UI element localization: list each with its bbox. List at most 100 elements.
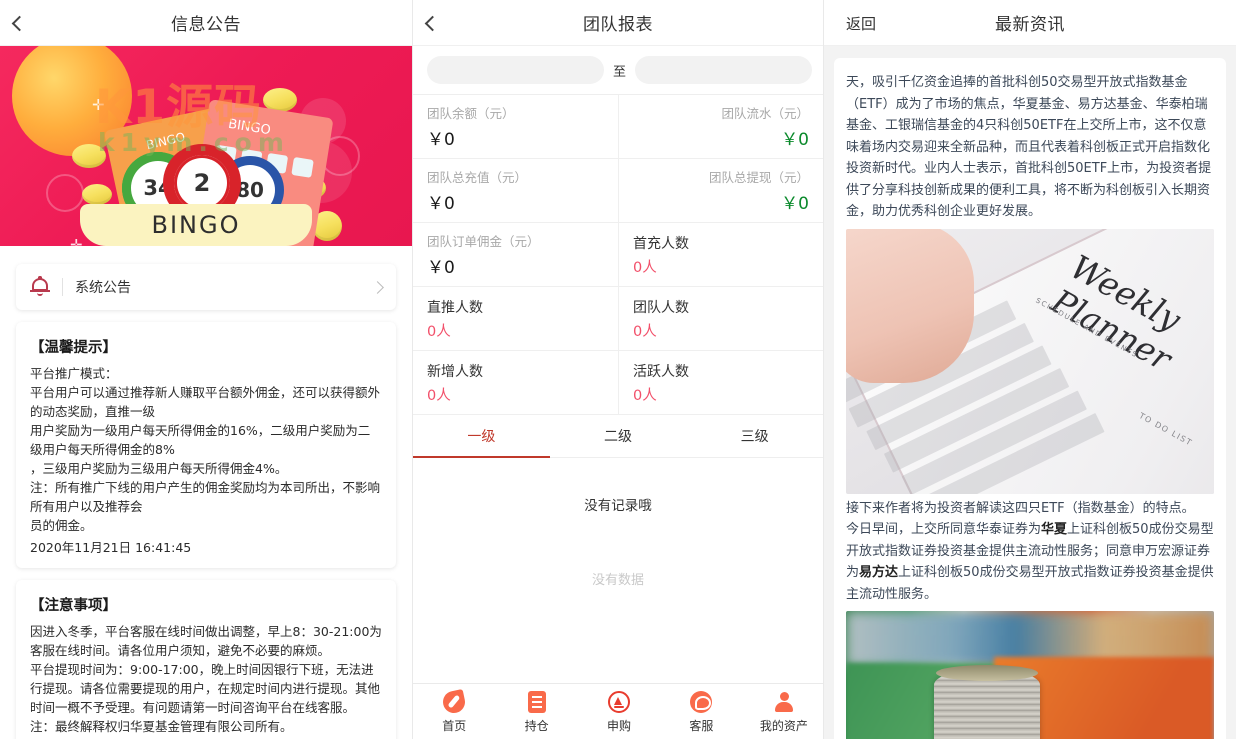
stat-label: 新增人数: [427, 363, 483, 380]
stat-label: 团队人数: [633, 299, 689, 316]
back-button[interactable]: 返回: [846, 0, 876, 46]
announcement-post[interactable]: 【注意事项】 因进入冬季，平台客服在线时间做出调整，早上8：30-21:00为客…: [16, 580, 396, 739]
subscribe-up-icon: [608, 690, 631, 713]
page-title: 最新资讯: [995, 15, 1065, 35]
tabbar-item-assets[interactable]: 我的资产: [743, 684, 823, 739]
stat-label: 团队流水（元）: [721, 106, 809, 121]
system-notice-label: 系统公告: [75, 280, 131, 296]
stat-label: 首充人数: [633, 235, 689, 252]
post-body: 平台推广模式： 平台用户可以通过推荐新人赚取平台额外佣金，还可以获得额外的动态奖…: [30, 366, 381, 533]
bell-icon: [30, 276, 50, 298]
weekly-planner-image: Weekly Planner SCHEDULE AND EVENTS TO DO…: [846, 228, 1214, 494]
tabbar-label-assets: 我的资产: [759, 718, 808, 733]
chevron-left-icon: [11, 15, 28, 31]
middle-navbar: 团队报表: [413, 0, 823, 46]
document-icon: [527, 690, 546, 713]
tabbar-label-holdings: 持仓: [524, 718, 549, 733]
tabbar-item-subscribe[interactable]: 申购: [578, 684, 660, 739]
right-navbar: 返回 最新资讯: [824, 0, 1236, 46]
chevron-right-icon: [371, 280, 384, 294]
post-title: 【温馨提示】: [30, 340, 117, 356]
system-notice-card[interactable]: 系统公告: [16, 264, 396, 310]
stat-cell: 团队余额（元） ￥0: [413, 95, 618, 159]
coin-stack: [934, 665, 1040, 739]
empty-record-message: 没有记录哦: [584, 498, 652, 514]
post-title: 【注意事项】: [30, 598, 117, 614]
home-icon: [441, 688, 468, 715]
sparkle-icon: ✛: [70, 236, 83, 246]
chevron-left-icon: [424, 15, 441, 31]
news-article-card: 天，吸引千亿资金追捧的首批科创50交易型开放式指数基金（ETF）成为了市场的焦点…: [834, 58, 1226, 739]
sparkle-icon: ✛: [92, 96, 105, 114]
stat-value: ￥0: [427, 130, 455, 150]
tabbar-item-support[interactable]: 客服: [660, 684, 742, 739]
stat-value: 0人: [633, 387, 657, 404]
announcement-post[interactable]: 【温馨提示】 平台推广模式： 平台用户可以通过推荐新人赚取平台额外佣金，还可以获…: [16, 322, 396, 568]
page-title: 信息公告: [171, 15, 241, 35]
stat-value: 0人: [427, 387, 451, 404]
left-navbar: 信息公告: [0, 0, 412, 46]
back-button[interactable]: [424, 0, 441, 46]
stat-value: 0人: [427, 323, 451, 340]
news-p2-bold-yifangda: 易方达: [859, 565, 899, 580]
coin-decor: [82, 184, 112, 205]
news-p2-bold-huaxia: 华夏: [1041, 522, 1068, 537]
news-p2-part-e: 上证科创板50成份交易型开放式指数证券投资基金提供主流动性服务。: [846, 565, 1214, 602]
panel-announcements: 信息公告 ✛ ✛ ✛: [0, 0, 412, 739]
stat-label: 团队余额（元）: [427, 106, 515, 121]
back-button[interactable]: [11, 0, 28, 46]
stat-label: 团队总充值（元）: [427, 170, 528, 185]
hand: [846, 228, 974, 383]
news-paragraph-1: 天，吸引千亿资金追捧的首批科创50交易型开放式指数基金（ETF）成为了市场的焦点…: [846, 75, 1212, 219]
tabbar-label-home: 首页: [442, 718, 467, 733]
stat-label: 团队总提现（元）: [708, 170, 809, 185]
tabbar-label-support: 客服: [689, 718, 714, 733]
stat-value: ￥0: [781, 130, 809, 150]
stat-cell: 活跃人数 0人: [618, 351, 823, 415]
post-time: 2020年11月21日 16:41:45: [30, 540, 192, 555]
banner-ring-decor: [46, 174, 84, 212]
stat-cell: 团队人数 0人: [618, 287, 823, 351]
tab-level-2[interactable]: 二级: [550, 415, 687, 457]
date-range-search-bar: 至 搜索: [413, 46, 823, 95]
level-tabs: 一级 二级 三级: [413, 415, 823, 458]
stat-label: 直推人数: [427, 299, 483, 316]
system-notice-row[interactable]: 系统公告: [16, 264, 396, 310]
divider: [62, 278, 63, 296]
start-date-input[interactable]: [427, 56, 604, 84]
tabbar-label-subscribe: 申购: [607, 718, 632, 733]
coin-stack-image: [846, 611, 1214, 739]
tab-level-1[interactable]: 一级: [413, 415, 550, 458]
stat-cell: 直推人数 0人: [413, 287, 618, 351]
tabbar-item-holdings[interactable]: 持仓: [495, 684, 577, 739]
coin-decor: [72, 144, 106, 168]
news-paragraph-2: 接下来作者将为投资者解读这四只ETF（指数基金）的特点。 今日早间，上交所同意华…: [846, 498, 1214, 606]
range-separator-label: 至: [613, 64, 627, 80]
post-body: 因进入冬季，平台客服在线时间做出调整，早上8：30-21:00为客服在线时间。请…: [30, 624, 382, 734]
bingo-ball-red-number: 2: [174, 155, 230, 211]
bingo-ribbon-label: BINGO: [80, 204, 312, 246]
stat-cell: 团队总充值（元） ￥0: [413, 159, 618, 223]
stat-label: 团队订单佣金（元）: [427, 234, 540, 249]
empty-data-message: 没有数据: [591, 573, 644, 588]
tab-level-3[interactable]: 三级: [686, 415, 823, 457]
promo-banner[interactable]: ✛ ✛ ✛ BINGO: [0, 46, 412, 246]
panel-team-report: 团队报表 至 搜索 团队余额（元） ￥0 团队流水（元） ￥0 团队总充值（元）…: [412, 0, 824, 739]
tabbar-item-home[interactable]: 首页: [413, 684, 495, 739]
panel-news: 返回 最新资讯 天，吸引千亿资金追捧的首批科创50交易型开放式指数基金（ETF）…: [824, 0, 1236, 739]
stat-cell: 首充人数 0人: [618, 223, 823, 287]
stat-cell: 新增人数 0人: [413, 351, 618, 415]
page-title: 团队报表: [583, 15, 653, 35]
stat-cell: 团队总提现（元） ￥0: [618, 159, 823, 223]
end-date-input[interactable]: [635, 56, 813, 84]
chat-support-icon: [690, 690, 713, 713]
bottom-tabbar: 首页 持仓 申购 客服 我的资产: [413, 683, 823, 739]
stat-cell: 团队流水（元） ￥0: [618, 95, 823, 159]
stat-cell: 团队订单佣金（元） ￥0: [413, 223, 618, 287]
stat-value: 0人: [633, 323, 657, 340]
stat-value: ￥0: [427, 258, 455, 278]
stat-value: 0人: [633, 259, 657, 276]
team-stats-grid: 团队余额（元） ￥0 团队流水（元） ￥0 团队总充值（元） ￥0 团队总提现（…: [413, 95, 823, 415]
stat-label: 活跃人数: [633, 363, 689, 380]
three-panel-screenshot: 信息公告 ✛ ✛ ✛: [0, 0, 1236, 739]
